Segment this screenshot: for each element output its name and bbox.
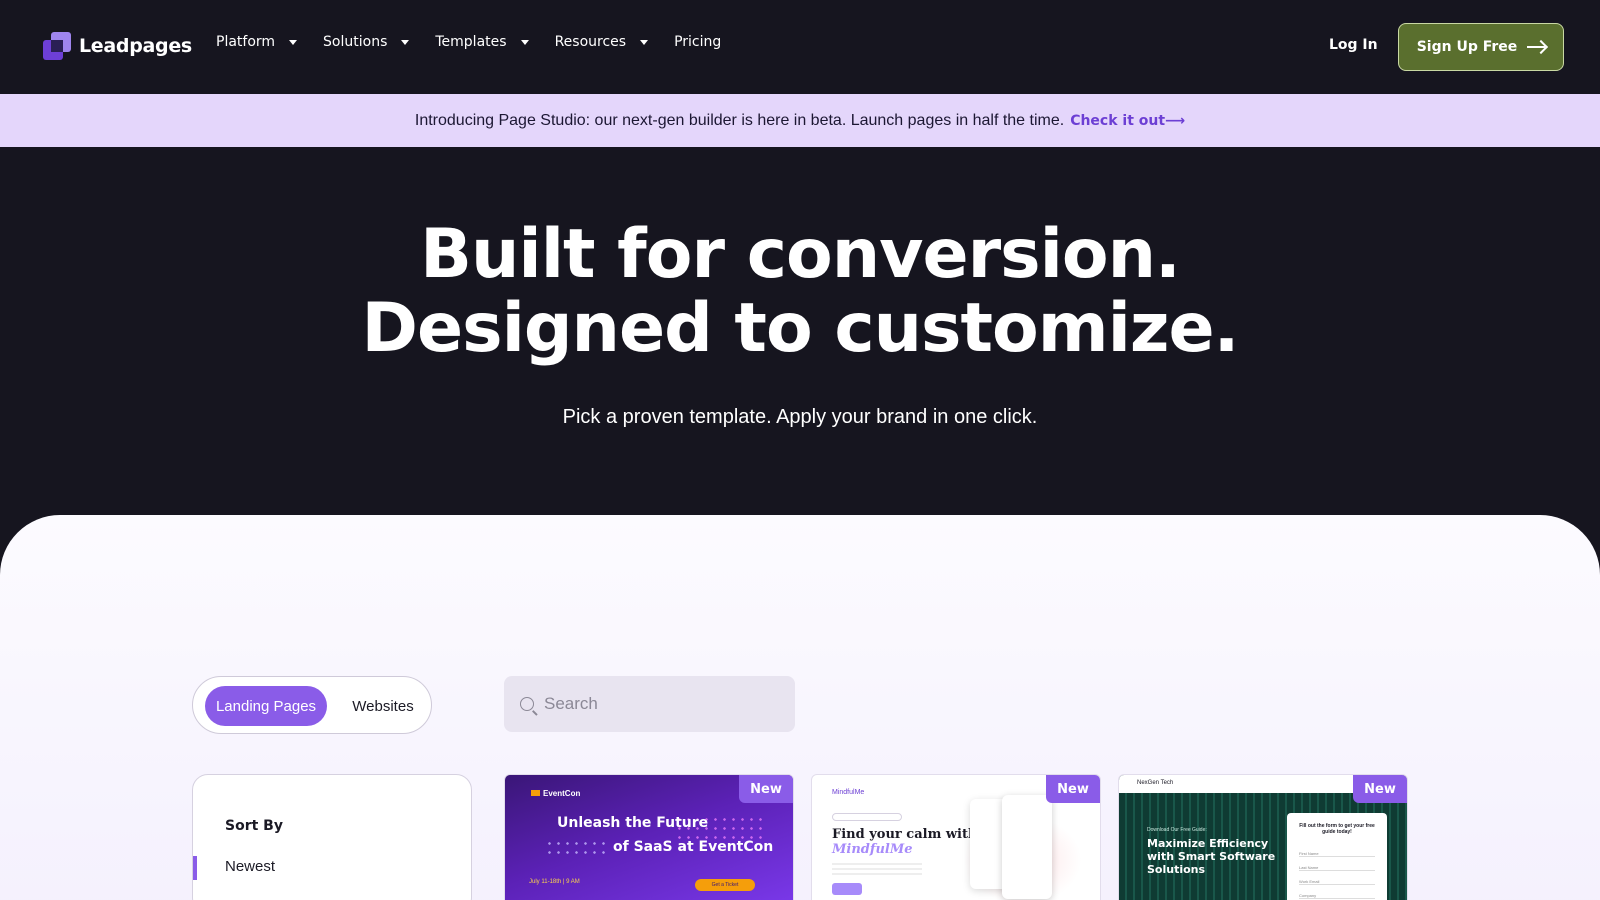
form-field: Company bbox=[1299, 893, 1375, 899]
template-brand: EventCon bbox=[531, 789, 580, 798]
nav-item-platform[interactable]: Platform bbox=[216, 34, 298, 50]
template-date: July 11-18th | 9 AM bbox=[529, 879, 580, 885]
template-cta: Get a Ticket bbox=[695, 879, 755, 891]
template-button bbox=[832, 883, 862, 895]
nav-item-label: Resources bbox=[554, 34, 627, 50]
template-card-nexgen[interactable]: NexGen Tech Download Our Free Guide: Max… bbox=[1118, 774, 1408, 900]
new-badge: New bbox=[739, 775, 793, 803]
template-kicker: Download Our Free Guide: bbox=[1147, 827, 1207, 833]
new-badge: New bbox=[1046, 775, 1100, 803]
tab-websites[interactable]: Websites bbox=[343, 686, 423, 726]
top-nav: Leadpages Platform Solutions Templates R… bbox=[0, 0, 1600, 94]
page-type-toggle: Landing Pages Websites bbox=[192, 676, 432, 734]
leadpages-logo-icon bbox=[43, 32, 71, 60]
sort-title: Sort By bbox=[225, 818, 283, 834]
hero-title: Built for conversion. Designed to custom… bbox=[0, 218, 1600, 366]
template-heading: Maximize Efficiency with Smart Software … bbox=[1147, 837, 1276, 876]
nav-item-label: Pricing bbox=[674, 34, 722, 50]
decorative-dots bbox=[545, 839, 605, 859]
announcement-text: Introducing Page Studio: our next-gen bu… bbox=[414, 111, 1065, 129]
chevron-down-icon bbox=[401, 39, 410, 45]
signup-button[interactable]: Sign Up Free bbox=[1398, 23, 1564, 71]
announcement-link[interactable]: Check it out⟶ bbox=[1070, 113, 1185, 129]
template-heading: Unleash the Future bbox=[557, 815, 709, 831]
chevron-down-icon bbox=[640, 39, 649, 45]
search-icon bbox=[520, 697, 534, 711]
nav-menu: Platform Solutions Templates Resources P… bbox=[216, 34, 721, 50]
template-pill bbox=[832, 813, 902, 821]
nav-item-label: Solutions bbox=[323, 34, 388, 50]
form-field: First Name bbox=[1299, 851, 1375, 857]
tab-landing-pages[interactable]: Landing Pages bbox=[205, 686, 327, 726]
template-heading: of SaaS at EventCon bbox=[613, 839, 774, 855]
nav-item-pricing[interactable]: Pricing bbox=[674, 34, 721, 50]
template-heading: Find your calm with MindfulMe bbox=[832, 827, 978, 857]
form-field: Last Name bbox=[1299, 865, 1375, 871]
hero-title-line2: Designed to customize. bbox=[361, 289, 1240, 368]
chevron-down-icon bbox=[520, 39, 529, 45]
nav-item-templates[interactable]: Templates bbox=[435, 34, 529, 50]
nav-item-resources[interactable]: Resources bbox=[555, 34, 649, 50]
nav-item-label: Templates bbox=[435, 34, 507, 50]
announcement-bar: Introducing Page Studio: our next-gen bu… bbox=[0, 94, 1600, 147]
sort-option-newest[interactable]: Newest bbox=[225, 858, 275, 875]
arrow-right-icon bbox=[1527, 46, 1546, 48]
template-card-mindfulme[interactable]: MindfulMe Find your calm with MindfulMe N… bbox=[811, 774, 1101, 900]
hero-subtitle: Pick a proven template. Apply your brand… bbox=[562, 406, 1038, 428]
template-brand: NexGen Tech bbox=[1137, 780, 1174, 786]
brand-logo[interactable]: Leadpages bbox=[43, 32, 192, 60]
sort-panel: Sort By Newest bbox=[192, 774, 472, 900]
brand-name: Leadpages bbox=[79, 35, 192, 57]
template-body-lines bbox=[832, 863, 922, 877]
form-title: Fill out the form to get your free guide… bbox=[1299, 823, 1375, 835]
signup-label: Sign Up Free bbox=[1416, 39, 1518, 55]
search-input[interactable] bbox=[544, 694, 764, 714]
phone-mockup bbox=[1002, 795, 1052, 899]
sort-selected-indicator bbox=[193, 856, 197, 880]
hero-title-line1: Built for conversion. bbox=[420, 215, 1181, 294]
template-brand: MindfulMe bbox=[832, 789, 865, 796]
nav-item-label: Platform bbox=[216, 34, 276, 50]
login-link[interactable]: Log In bbox=[1329, 37, 1378, 53]
chevron-down-icon bbox=[289, 39, 298, 45]
new-badge: New bbox=[1353, 775, 1407, 803]
nav-item-solutions[interactable]: Solutions bbox=[323, 34, 410, 50]
template-card-eventcon[interactable]: EventCon Unleash the Future of SaaS at E… bbox=[504, 774, 794, 900]
template-form: Fill out the form to get your free guide… bbox=[1287, 813, 1387, 900]
search-box[interactable] bbox=[504, 676, 795, 732]
form-field: Work Email bbox=[1299, 879, 1375, 885]
